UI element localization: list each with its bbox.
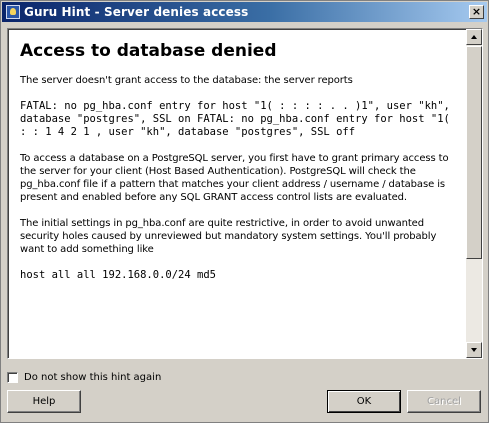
cancel-button: Cancel (407, 390, 481, 413)
pgadmin-app-icon (6, 5, 20, 19)
ok-button[interactable]: OK (327, 390, 401, 413)
pg-hba-config-line: host all all 192.168.0.0/24 md5 (20, 269, 216, 281)
dont-show-again-label[interactable]: Do not show this hint again (24, 372, 161, 383)
guru-hint-dialog: Guru Hint - Server denies access × Acces… (0, 0, 489, 423)
help-button[interactable]: Help (7, 390, 81, 413)
scrollbar-thumb[interactable] (466, 46, 482, 259)
dont-show-again-checkbox[interactable] (7, 371, 18, 383)
close-button[interactable]: × (469, 5, 484, 19)
hint-heading: Access to database denied (20, 41, 277, 61)
hint-explanation-text: To access a database on a PostgreSQL ser… (20, 153, 449, 203)
server-error-message: FATAL: no pg_hba.conf entry for host "1(… (20, 100, 457, 138)
hint-content-area[interactable]: Access to database denied The server doe… (7, 28, 483, 359)
hint-settings-note: The initial settings in pg_hba.conf are … (20, 218, 437, 255)
scroll-down-arrow-icon[interactable] (466, 342, 482, 358)
dont-show-again-row[interactable]: Do not show this hint again (7, 369, 161, 385)
hint-intro-text: The server doesn't grant access to the d… (20, 75, 353, 86)
hint-content: Access to database denied The server doe… (20, 37, 460, 295)
window-title: Guru Hint - Server denies access (24, 5, 249, 19)
vertical-scrollbar[interactable] (466, 29, 482, 358)
scroll-up-arrow-icon[interactable] (466, 29, 482, 45)
title-bar[interactable]: Guru Hint - Server denies access × (2, 2, 487, 22)
